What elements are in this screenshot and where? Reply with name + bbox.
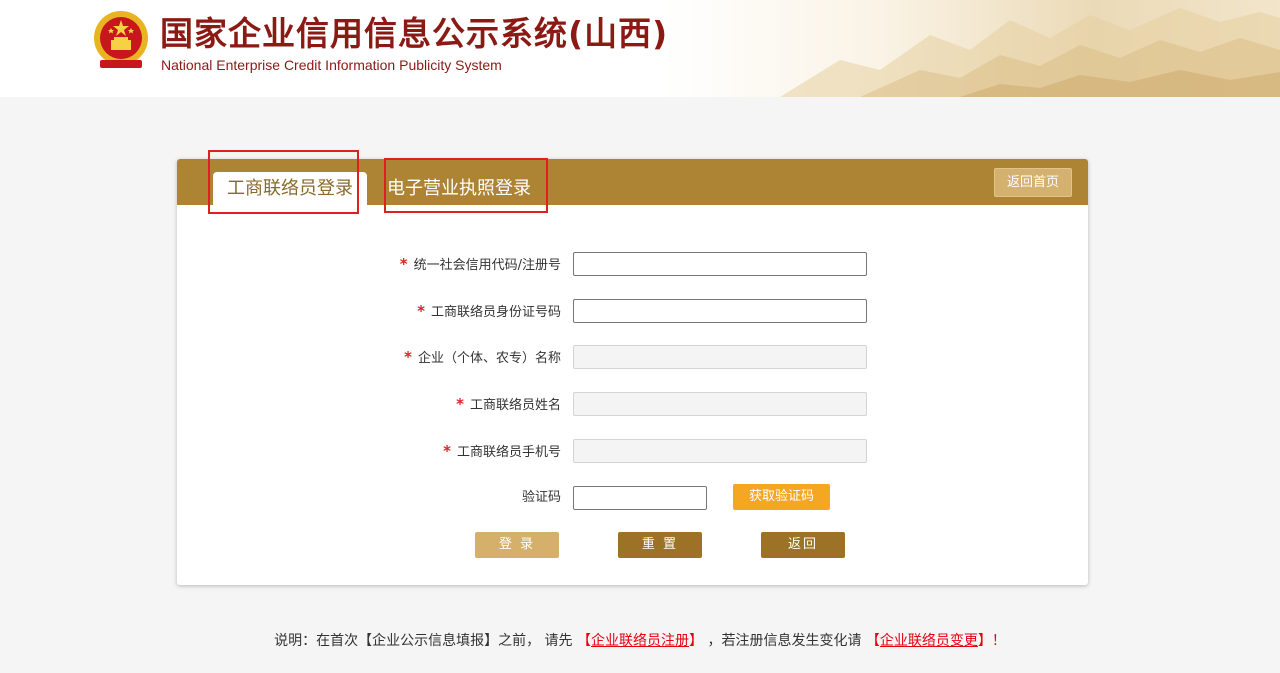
required-mark: * (456, 395, 464, 413)
required-mark: * (417, 302, 425, 320)
required-mark: * (404, 348, 412, 366)
site-title: 国家企业信用信息公示系统(山西) (160, 14, 669, 53)
tab-e-license-login[interactable]: 电子营业执照登录 (373, 172, 545, 205)
tab-bar: 工商联络员登录 电子营业执照登录 返回首页 (177, 159, 1088, 205)
header-mountain-art (660, 0, 1280, 97)
note-suffix: ！ (991, 633, 1006, 649)
back-button[interactable]: 返回 (761, 532, 845, 558)
liaison-phone-label: * 工商联络员手机号 (443, 442, 561, 460)
note-bracket: 【 (577, 633, 591, 649)
liaison-phone-input (573, 439, 867, 463)
form-row-liaison-phone: * 工商联络员手机号 (177, 439, 1088, 463)
form-row-credit-code: * 统一社会信用代码/注册号 (177, 252, 1088, 276)
required-mark: * (399, 255, 408, 273)
note-bracket: 】 (689, 633, 703, 649)
id-number-label: * 工商联络员身份证号码 (417, 302, 561, 320)
login-panel: 工商联络员登录 电子营业执照登录 返回首页 * 统一社会信用代码/注册号 * 工商联… (177, 159, 1088, 585)
liaison-change-link[interactable]: 企业联络员变更 (880, 633, 978, 649)
form-row-captcha: 验证码 获取验证码 (177, 484, 1088, 510)
note-bracket: 【 (865, 633, 880, 649)
note-middle: ，若注册信息发生变化请 (703, 633, 866, 649)
login-button[interactable]: 登 录 (475, 532, 559, 558)
id-number-input[interactable] (573, 299, 867, 323)
reset-button[interactable]: 重 置 (618, 532, 702, 558)
credit-code-input[interactable] (573, 252, 867, 276)
form-row-company-name: * 企业（个体、农专）名称 (177, 345, 1088, 369)
liaison-register-link[interactable]: 企业联络员注册 (591, 633, 689, 649)
required-mark: * (443, 442, 451, 460)
site-subtitle: National Enterprise Credit Information P… (161, 57, 502, 73)
back-home-button[interactable]: 返回首页 (993, 168, 1072, 197)
captcha-label: 验证码 (521, 490, 561, 505)
credit-code-label: * 统一社会信用代码/注册号 (399, 255, 561, 273)
registration-note: 说明：在首次【企业公示信息填报】之前， 请先 【企业联络员注册】 ，若注册信息发… (0, 630, 1280, 650)
note-prefix: 说明：在首次【企业公示信息填报】之前， 请先 (274, 633, 577, 649)
tab-liaison-login[interactable]: 工商联络员登录 (213, 172, 367, 205)
company-name-input (573, 345, 867, 369)
captcha-input[interactable] (573, 486, 707, 510)
note-bracket: 】 (977, 633, 992, 649)
form-row-liaison-name: * 工商联络员姓名 (177, 392, 1088, 416)
national-emblem-icon (94, 11, 148, 68)
site-header: 国家企业信用信息公示系统(山西) National Enterprise Cre… (0, 0, 1280, 97)
get-code-button[interactable]: 获取验证码 (733, 484, 831, 510)
liaison-name-label: * 工商联络员姓名 (456, 395, 561, 413)
liaison-name-input (573, 392, 867, 416)
form-row-id-number: * 工商联络员身份证号码 (177, 299, 1088, 323)
company-name-label: * 企业（个体、农专）名称 (404, 348, 561, 366)
